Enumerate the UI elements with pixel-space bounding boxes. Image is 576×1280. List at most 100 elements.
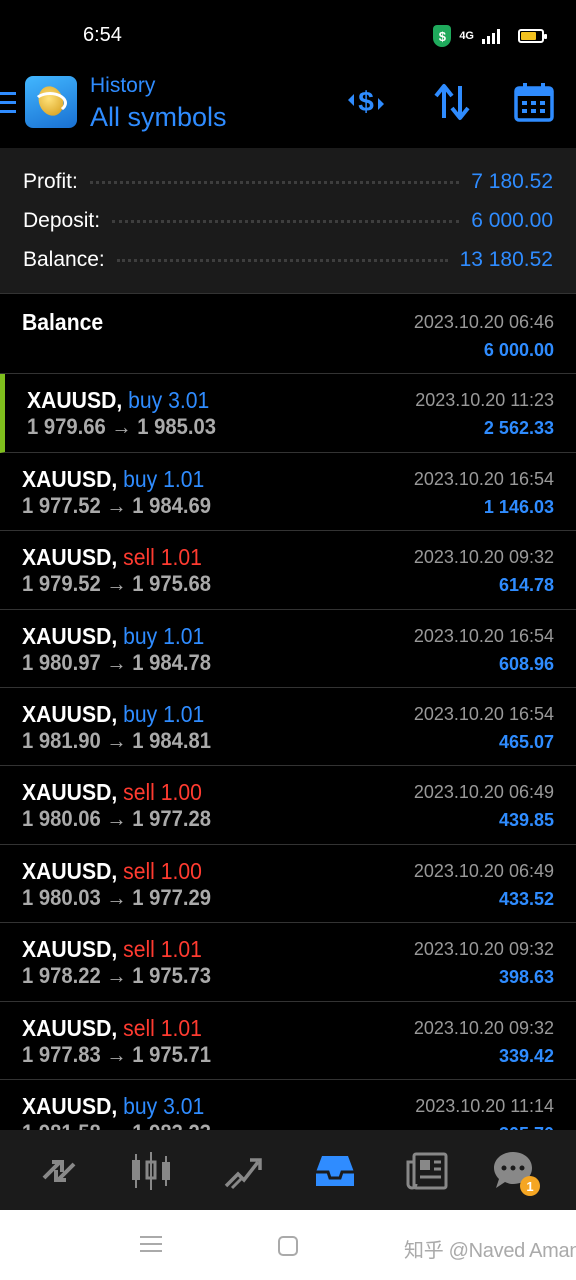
history-icon[interactable]	[312, 1148, 358, 1194]
symbol-selector[interactable]: All symbols	[90, 102, 227, 133]
deposit-value: 6 000.00	[471, 209, 553, 232]
trade-time: 2023.10.20 09:32	[413, 547, 554, 568]
system-nav-bar: 知乎 @Naved Aman	[0, 1210, 576, 1280]
trade-symbol-name: XAUUSD,	[22, 857, 118, 884]
trade-profit: 608.96	[498, 653, 554, 674]
trade-side: sell 1.01	[123, 544, 202, 571]
deposit-filter-icon[interactable]: $	[344, 80, 388, 124]
balance-value: 13 180.52	[459, 248, 553, 271]
trade-side: buy 1.01	[123, 465, 205, 492]
svg-text:$: $	[358, 86, 374, 117]
history-list[interactable]: Balance 2023.10.20 06:46 6 000.00 XAUUSD…	[0, 296, 576, 1130]
trade-profit: 1 146.03	[483, 496, 554, 517]
trade-profit: 2 562.33	[483, 418, 554, 439]
trade-time: 2023.10.20 11:23	[415, 390, 554, 411]
chat-icon[interactable]: 1	[490, 1148, 540, 1196]
trade-time: 2023.10.20 09:32	[413, 939, 554, 960]
balance-label: Balance:	[23, 248, 105, 271]
trade-side: sell 1.00	[123, 857, 202, 884]
trade-time: 2023.10.20 11:14	[415, 1095, 554, 1116]
recent-apps-button[interactable]	[140, 1236, 162, 1257]
app-logo	[25, 76, 77, 128]
balance-entry-row[interactable]: Balance 2023.10.20 06:46 6 000.00	[0, 296, 576, 375]
trade-profit: 614.78	[498, 575, 554, 596]
trade-symbol: XAUUSD, buy 3.01	[22, 1093, 204, 1120]
dotted-leader	[116, 258, 448, 262]
trade-time: 2023.10.20 16:54	[413, 625, 554, 646]
menu-icon[interactable]	[0, 92, 16, 114]
trade-row[interactable]: XAUUSD, buy 1.01 1 977.52 → 1 984.69 2023.…	[0, 452, 576, 532]
trade-symbol-name: XAUUSD,	[22, 779, 118, 806]
trade-side: sell 1.01	[123, 1014, 202, 1041]
trade-row[interactable]: XAUUSD, buy 1.01 1 981.90 → 1 984.81 2023.…	[0, 687, 576, 767]
dotted-leader	[112, 219, 460, 223]
trade-symbol-name: XAUUSD,	[22, 622, 118, 649]
header-subtitle: History	[90, 74, 156, 97]
trade-side: buy 3.01	[128, 387, 210, 414]
trade-time: 2023.10.20 09:32	[413, 1017, 554, 1038]
trade-symbol-name: XAUUSD,	[27, 387, 123, 414]
trade-profit: 439.85	[498, 810, 554, 831]
trade-symbol-name: XAUUSD,	[22, 1092, 118, 1119]
trade-prices: 1 981.58 → 1 983.23	[22, 1120, 211, 1130]
status-icons: $ 4G	[433, 24, 547, 48]
dotted-leader	[89, 180, 460, 184]
security-shield-icon: $	[433, 25, 452, 47]
trade-row[interactable]: XAUUSD, buy 3.011 981.58 → 1 983.23 2023.…	[0, 1079, 576, 1130]
trade-side: sell 1.00	[123, 779, 202, 806]
trade-side: buy 1.01	[123, 622, 205, 649]
trade-prices: 1 979.52 → 1 975.68	[22, 571, 212, 597]
signal-icon	[482, 28, 500, 44]
trade-symbol: XAUUSD, buy 3.01	[27, 387, 209, 414]
trade-row[interactable]: XAUUSD, sell 1.01 1 978.22 → 1 975.73 2023…	[0, 923, 576, 1002]
trade-icon[interactable]	[220, 1148, 266, 1194]
trade-prices: 1 977.83 → 1 975.71	[22, 1041, 212, 1067]
network-type: 4G	[459, 29, 474, 42]
trade-prices: 1 977.52 → 1 984.69	[22, 492, 212, 518]
profit-row: Profit: 7 180.52	[23, 167, 553, 197]
trade-symbol-name: XAUUSD,	[22, 465, 118, 492]
watermark: 知乎 @Naved Aman	[404, 1240, 576, 1262]
trade-time: 2023.10.20 16:54	[413, 468, 554, 489]
trade-prices: 1 979.66 → 1 985.03	[27, 414, 217, 440]
trade-symbol: XAUUSD, buy 1.01	[22, 701, 204, 728]
app-header: History All symbols $	[0, 70, 576, 148]
trade-symbol-name: XAUUSD,	[22, 700, 118, 727]
trade-row[interactable]: XAUUSD, buy 3.01 1 979.66 → 1 985.03 2023.…	[0, 374, 576, 453]
balance-entry-label: Balance	[22, 309, 104, 335]
trade-row[interactable]: XAUUSD, sell 1.00 1 980.03 → 1 977.29 2023…	[0, 844, 576, 924]
trade-prices: 1 980.06 → 1 977.28	[22, 806, 212, 832]
trade-row[interactable]: XAUUSD, sell 1.01 1 979.52 → 1 975.68 2023…	[0, 531, 576, 610]
trade-row[interactable]: XAUUSD, buy 1.01 1 980.97 → 1 984.78 2023.…	[0, 609, 576, 688]
balance-entry-amount: 6 000.00	[483, 340, 554, 360]
deposit-row: Deposit: 6 000.00	[23, 206, 553, 236]
calendar-icon[interactable]	[512, 80, 556, 124]
trade-symbol: XAUUSD, sell 1.01	[22, 1015, 202, 1042]
battery-icon	[518, 29, 547, 43]
trade-prices: 1 978.22 → 1 975.73	[22, 963, 212, 989]
trade-profit: 339.42	[498, 1045, 554, 1066]
home-button[interactable]	[278, 1236, 298, 1256]
status-bar: 6:54 $ 4G	[0, 0, 576, 70]
chart-icon[interactable]	[128, 1148, 174, 1194]
trade-prices: 1 981.90 → 1 984.81	[22, 727, 212, 753]
profit-label: Profit:	[23, 170, 78, 193]
balance-row: Balance: 13 180.52	[23, 245, 553, 275]
history-summary: Profit: 7 180.52 Deposit: 6 000.00 Balan…	[0, 148, 576, 294]
trade-row[interactable]: XAUUSD, sell 1.00 1 980.06 → 1 977.28 2023…	[0, 766, 576, 845]
trade-symbol: XAUUSD, sell 1.00	[22, 858, 202, 885]
trade-time: 2023.10.20 06:49	[413, 782, 554, 803]
sort-icon[interactable]	[430, 80, 474, 124]
trade-profit: 465.07	[498, 731, 554, 752]
bottom-nav: 1	[0, 1130, 576, 1210]
news-icon[interactable]	[404, 1148, 450, 1194]
balance-entry-time: 2023.10.20 06:46	[413, 312, 554, 332]
trade-prices: 1 980.97 → 1 984.78	[22, 649, 212, 675]
quotes-icon[interactable]	[36, 1148, 82, 1194]
trade-symbol: XAUUSD, buy 1.01	[22, 466, 204, 493]
trade-symbol-name: XAUUSD,	[22, 1014, 118, 1041]
trade-symbol: XAUUSD, sell 1.01	[22, 936, 202, 963]
trade-row[interactable]: XAUUSD, sell 1.01 1 977.83 → 1 975.71 2023…	[0, 1001, 576, 1080]
chat-badge: 1	[520, 1176, 540, 1196]
trade-profit: 433.52	[498, 888, 554, 909]
